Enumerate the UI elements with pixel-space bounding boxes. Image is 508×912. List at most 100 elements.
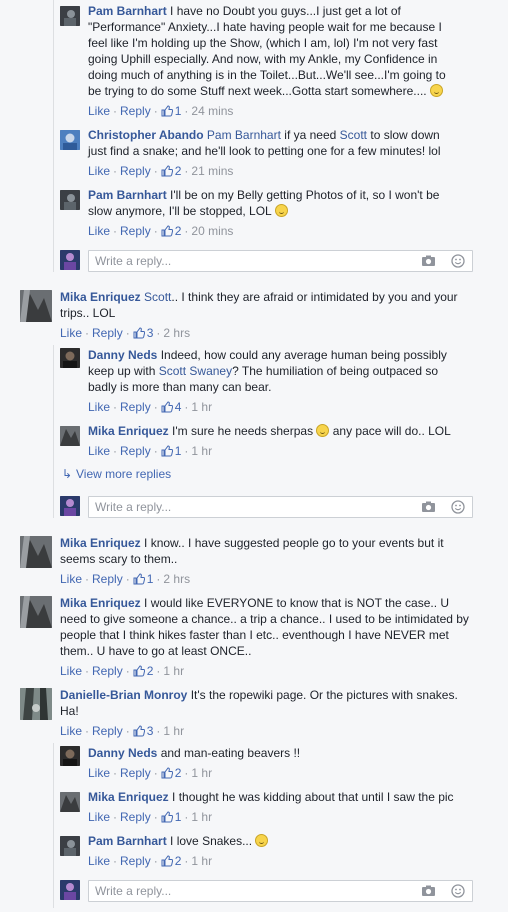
reply-box <box>88 250 473 272</box>
comment-body: Mika Enriquez Scott.. I think they are a… <box>60 289 472 321</box>
avatar[interactable] <box>60 130 80 150</box>
reply-input[interactable] <box>89 251 409 271</box>
comment-author[interactable]: Mika Enriquez <box>88 790 169 804</box>
avatar[interactable] <box>20 536 52 568</box>
reply-input[interactable] <box>89 881 409 901</box>
reply-button[interactable]: Reply <box>120 854 151 868</box>
comment-body: Mika Enriquez I would like EVERYONE to k… <box>60 595 478 659</box>
mention-link[interactable]: Pam Barnhart <box>207 128 281 142</box>
reply-arrow-icon: ↳ <box>62 467 73 481</box>
camera-icon[interactable] <box>421 884 436 898</box>
camera-icon[interactable] <box>421 500 436 514</box>
reply-button[interactable]: Reply <box>92 724 123 738</box>
timestamp[interactable]: 2 hrs <box>163 326 190 340</box>
reply-box <box>88 496 473 518</box>
comment-author[interactable]: Pam Barnhart <box>88 4 167 18</box>
timestamp[interactable]: 1 hr <box>163 664 184 678</box>
reply-button[interactable]: Reply <box>120 104 151 118</box>
timestamp[interactable]: 21 mins <box>191 164 233 178</box>
timestamp[interactable]: 20 mins <box>191 224 233 238</box>
like-button[interactable]: Like <box>88 810 110 824</box>
avatar[interactable] <box>60 190 80 210</box>
avatar[interactable] <box>60 348 80 368</box>
comment-text: and man-eating beavers !! <box>160 746 301 760</box>
smiley-emoji-icon <box>274 204 288 217</box>
avatar[interactable] <box>20 290 52 322</box>
comment-author[interactable]: Christopher Abando <box>88 128 204 142</box>
thumbs-up-icon <box>133 725 145 737</box>
comment-author[interactable]: Pam Barnhart <box>88 834 167 848</box>
comment-author[interactable]: Danny Neds <box>88 746 157 760</box>
like-button[interactable]: Like <box>88 444 110 458</box>
like-button[interactable]: Like <box>60 664 82 678</box>
comment-author[interactable]: Mika Enriquez <box>60 536 141 550</box>
comment-author[interactable]: Danny Neds <box>88 348 157 362</box>
mention-link[interactable]: Scott <box>144 290 171 304</box>
timestamp[interactable]: 1 hr <box>191 444 212 458</box>
comment-actions: Like · Reply · 3 · 2 hrs <box>60 326 191 340</box>
comment-actions: Like · Reply · 1 · 1 hr <box>88 444 213 458</box>
comment-actions: Like · Reply · 1 · 1 hr <box>88 810 213 824</box>
timestamp[interactable]: 1 hr <box>191 810 212 824</box>
like-button[interactable]: Like <box>60 724 82 738</box>
thumbs-up-icon <box>133 665 145 677</box>
avatar[interactable] <box>60 426 80 446</box>
comment-actions: Like · Reply · 4 · 1 hr <box>88 400 213 414</box>
view-more-replies-link[interactable]: ↳ View more replies <box>62 466 171 482</box>
reply-button[interactable]: Reply <box>120 444 151 458</box>
timestamp[interactable]: 1 hr <box>191 854 212 868</box>
timestamp[interactable]: 2 hrs <box>163 572 190 586</box>
like-button[interactable]: Like <box>88 104 110 118</box>
comment-body: Pam Barnhart I love Snakes... <box>88 833 468 849</box>
comment-author[interactable]: Mika Enriquez <box>88 424 169 438</box>
reply-button[interactable]: Reply <box>120 164 151 178</box>
reply-input[interactable] <box>89 497 409 517</box>
thumbs-up-icon <box>161 855 173 867</box>
reply-button[interactable]: Reply <box>120 400 151 414</box>
timestamp[interactable]: 24 mins <box>191 104 233 118</box>
comment-feed: Pam Barnhart I have no Doubt you guys...… <box>0 0 508 912</box>
like-button[interactable]: Like <box>88 766 110 780</box>
comment-author[interactable]: Pam Barnhart <box>88 188 167 202</box>
avatar[interactable] <box>60 746 80 766</box>
comment-actions: Like · Reply · 2 · 21 mins <box>88 164 234 178</box>
timestamp[interactable]: 1 hr <box>191 400 212 414</box>
timestamp[interactable]: 1 hr <box>191 766 212 780</box>
smiley-emoji-icon <box>255 834 269 847</box>
like-button[interactable]: Like <box>88 854 110 868</box>
like-button[interactable]: Like <box>60 572 82 586</box>
emoji-icon[interactable] <box>451 254 466 268</box>
reply-button[interactable]: Reply <box>92 572 123 586</box>
avatar[interactable] <box>20 688 52 720</box>
comment-body: Pam Barnhart I'll be on my Belly getting… <box>88 187 452 219</box>
reply-thread-line <box>53 743 54 908</box>
reply-button[interactable]: Reply <box>92 326 123 340</box>
comment-text: if ya need <box>280 128 340 142</box>
like-button[interactable]: Like <box>60 326 82 340</box>
comment-body: Mika Enriquez I know.. I have suggested … <box>60 535 455 567</box>
like-button[interactable]: Like <box>88 224 110 238</box>
avatar[interactable] <box>20 596 52 628</box>
emoji-icon[interactable] <box>451 884 466 898</box>
reply-button[interactable]: Reply <box>92 664 123 678</box>
mention-link[interactable]: Scott Swaney <box>159 364 232 378</box>
mention-link[interactable]: Scott <box>340 128 367 142</box>
thumbs-up-icon <box>161 445 173 457</box>
timestamp[interactable]: 1 hr <box>163 724 184 738</box>
avatar[interactable] <box>60 792 80 812</box>
like-button[interactable]: Like <box>88 400 110 414</box>
reply-button[interactable]: Reply <box>120 766 151 780</box>
avatar[interactable] <box>60 836 80 856</box>
like-button[interactable]: Like <box>88 164 110 178</box>
comment-author[interactable]: Danielle-Brian Monroy <box>60 688 187 702</box>
avatar[interactable] <box>60 6 80 26</box>
current-user-avatar <box>60 880 80 900</box>
comment-text: I have no Doubt you guys...I just get a … <box>88 4 446 98</box>
comment-author[interactable]: Mika Enriquez <box>60 596 141 610</box>
emoji-icon[interactable] <box>451 500 466 514</box>
reply-button[interactable]: Reply <box>120 810 151 824</box>
camera-icon[interactable] <box>421 254 436 268</box>
thumbs-up-icon <box>161 811 173 823</box>
reply-button[interactable]: Reply <box>120 224 151 238</box>
comment-author[interactable]: Mika Enriquez <box>60 290 141 304</box>
